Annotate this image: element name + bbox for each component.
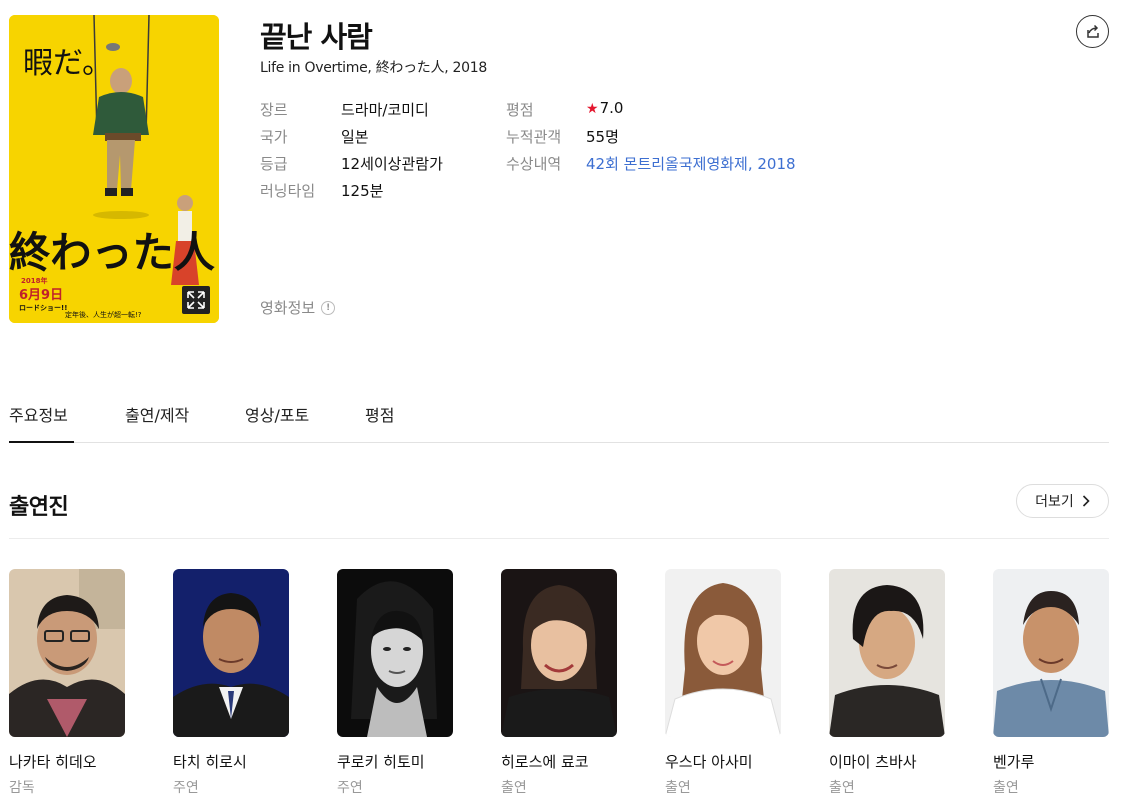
cast-role: 출연 [665, 780, 691, 796]
genre-value: 드라마/코미디 [341, 101, 429, 119]
audience-value: 55명 [586, 128, 619, 146]
cast-name: 나카타 히데오 [9, 753, 97, 771]
cast-card[interactable]: 이마이 츠바사 출연 [829, 569, 945, 797]
cast-name: 타치 히로시 [173, 753, 247, 771]
awards-link[interactable]: 42회 몬트리올국제영화제, 2018 [586, 153, 796, 174]
cast-role: 감독 [9, 780, 35, 796]
cast-name: 쿠로키 히토미 [337, 753, 425, 771]
cast-photo [337, 569, 453, 737]
cast-role: 출연 [829, 780, 855, 796]
score-value-wrap: ★7.0 [586, 99, 623, 117]
share-button[interactable] [1076, 15, 1109, 48]
runtime-label: 러닝타임 [260, 182, 316, 200]
score-value: 7.0 [599, 99, 624, 117]
cast-photo [501, 569, 617, 737]
runtime-value: 125분 [341, 182, 384, 200]
movie-poster[interactable]: 暇だ。 終わった人 2018年 6月9日 ロードショー!! 定年後、人生が超一転… [9, 15, 219, 323]
poster-text-release: ロードショー!! [19, 304, 67, 312]
tab-reviews[interactable]: 평점 [365, 402, 394, 443]
cast-name: 이마이 츠바사 [829, 753, 917, 771]
poster-text-main: 終わった人 [9, 228, 215, 277]
movie-info-link[interactable]: 영화정보 ! [260, 297, 336, 318]
cast-name: 우스다 아사미 [665, 753, 753, 771]
cast-card[interactable]: 우스다 아사미 출연 [665, 569, 781, 797]
poster-text-top: 暇だ。 [23, 46, 112, 81]
tab-main-info[interactable]: 주요정보 [9, 402, 74, 443]
more-button[interactable]: 더보기 [1016, 484, 1109, 518]
movie-title: 끝난 사람 [260, 20, 373, 54]
audience-label: 누적관객 [506, 128, 562, 146]
movie-info-label: 영화정보 [260, 299, 316, 317]
cast-section-title: 출연진 [9, 495, 69, 520]
cast-name: 히로스에 료코 [501, 753, 589, 771]
age-rating-label: 등급 [260, 155, 288, 173]
country-label: 국가 [260, 128, 288, 146]
cast-card[interactable]: 히로스에 료코 출연 [501, 569, 617, 797]
cast-role: 출연 [993, 780, 1019, 796]
section-divider [9, 538, 1109, 539]
cast-photo [9, 569, 125, 737]
poster-text-year: 2018年 [21, 276, 47, 285]
cast-photo [173, 569, 289, 737]
country-value: 일본 [341, 128, 369, 146]
cast-photo [829, 569, 945, 737]
cast-photo [993, 569, 1109, 737]
more-label: 더보기 [1035, 494, 1074, 510]
poster-artwork: 暇だ。 終わった人 2018年 6月9日 ロードショー!! 定年後、人生が超一転… [9, 15, 219, 323]
poster-text-tagline: 定年後、人生が超一転!? [65, 310, 142, 319]
awards-label: 수상내역 [506, 155, 562, 173]
age-rating-value: 12세이상관람가 [341, 155, 443, 173]
cast-card[interactable]: 나카타 히데오 감독 [9, 569, 125, 797]
share-icon [1086, 24, 1099, 38]
info-icon: ! [321, 300, 336, 315]
cast-name: 벤가루 [993, 753, 1035, 771]
tab-bar: 주요정보 출연/제작 영상/포토 평점 [9, 402, 1109, 443]
score-label: 평점 [506, 101, 534, 119]
cast-role: 출연 [501, 780, 527, 796]
chevron-right-icon [1082, 495, 1090, 507]
tab-cast-crew[interactable]: 출연/제작 [125, 402, 189, 443]
expand-poster-button[interactable] [182, 286, 210, 314]
cast-role: 주연 [173, 780, 199, 796]
cast-card[interactable]: 벤가루 출연 [993, 569, 1109, 797]
star-icon: ★ [586, 101, 599, 117]
movie-subtitle: Life in Overtime, 終わった人, 2018 [260, 60, 487, 76]
tab-video-photo[interactable]: 영상/포토 [245, 402, 309, 443]
cast-photo [665, 569, 781, 737]
expand-icon [187, 291, 205, 309]
cast-card[interactable]: 타치 히로시 주연 [173, 569, 289, 797]
cast-role: 주연 [337, 780, 363, 796]
genre-label: 장르 [260, 101, 288, 119]
poster-text-date: 6月9日 [19, 288, 63, 303]
cast-card[interactable]: 쿠로키 히토미 주연 [337, 569, 453, 797]
